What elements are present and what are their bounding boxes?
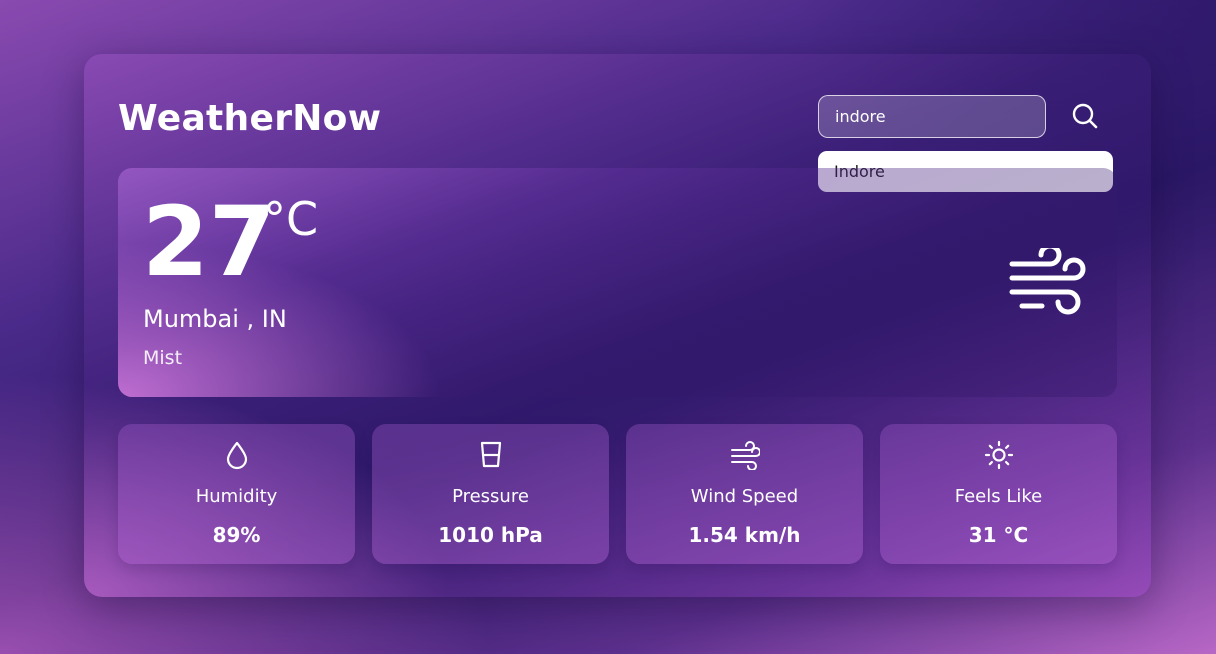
app-title: WeatherNow (118, 98, 382, 139)
droplet-icon (226, 441, 247, 470)
weather-card: WeatherNow Indore 27 °C Mumbai , IN Mist (84, 54, 1151, 597)
stat-card-humidity: Humidity 89% (118, 424, 355, 564)
search-icon (1072, 103, 1098, 129)
search-input[interactable] (818, 95, 1046, 138)
stat-label: Wind Speed (690, 486, 799, 507)
stat-card-pressure: Pressure 1010 hPa (372, 424, 609, 564)
temperature-value: 27 (142, 186, 276, 298)
location-label: Mumbai , IN (143, 305, 287, 333)
stat-label: Humidity (195, 486, 278, 507)
condition-label: Mist (143, 347, 183, 369)
search-button[interactable] (1070, 101, 1100, 131)
cup-icon (480, 441, 501, 468)
stat-value: 1010 hPa (438, 523, 543, 547)
wind-icon (1009, 248, 1086, 315)
stat-value: 89% (212, 523, 261, 547)
stat-label: Feels Like (954, 486, 1043, 507)
stats-row: Humidity 89% Pressure 1010 hPa Wind Spee… (118, 424, 1117, 564)
temperature-unit: °C (263, 192, 319, 246)
stat-value: 1.54 km/h (688, 523, 801, 547)
stat-value: 31 °C (968, 523, 1029, 547)
stat-card-wind-speed: Wind Speed 1.54 km/h (626, 424, 863, 564)
stat-label: Pressure (452, 486, 529, 507)
sun-icon (984, 440, 1013, 470)
stat-card-feels-like: Feels Like 31 °C (880, 424, 1117, 564)
current-weather-panel: 27 °C Mumbai , IN Mist (118, 168, 1117, 397)
wind-icon (730, 441, 760, 470)
